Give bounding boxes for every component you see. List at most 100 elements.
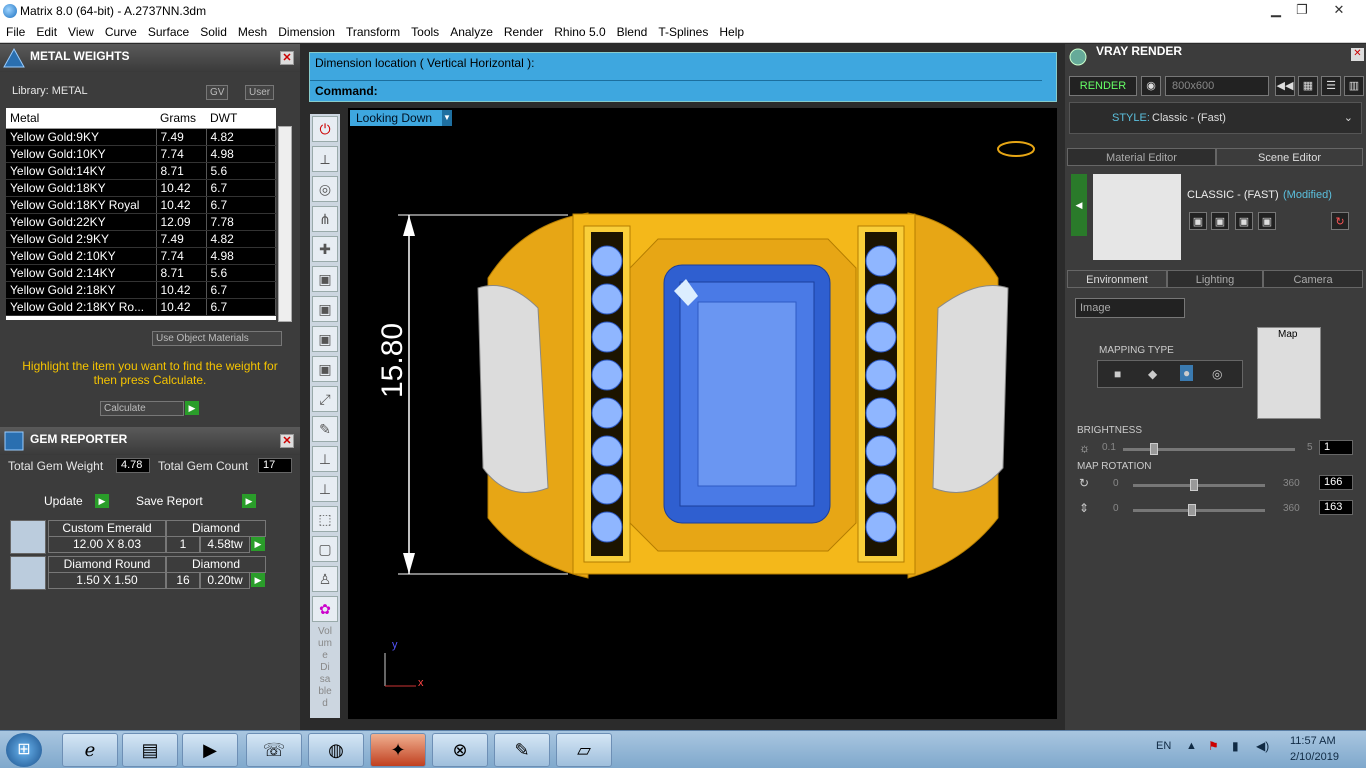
media-player-icon[interactable]: ▶ xyxy=(182,733,238,767)
viewport-label[interactable]: Looking Down ▼ xyxy=(350,110,452,126)
pen-icon[interactable]: ✎ xyxy=(312,416,338,442)
update-arrow-icon[interactable]: ▶ xyxy=(95,494,109,508)
mapping-spherical-icon[interactable]: ◎ xyxy=(1212,367,1222,381)
tab-material-editor[interactable]: Material Editor xyxy=(1067,148,1216,166)
menu-curve[interactable]: Curve xyxy=(105,25,137,39)
menu-surface[interactable]: Surface xyxy=(148,25,189,39)
cube-front-icon[interactable]: ▣ xyxy=(312,296,338,322)
brightness-value[interactable]: 1 xyxy=(1319,440,1353,455)
gear-icon[interactable]: ✿ xyxy=(312,596,338,622)
resolution-select[interactable]: 800x600 xyxy=(1165,76,1269,96)
style-dropdown-icon[interactable]: ⌄ xyxy=(1344,111,1353,124)
render-button[interactable]: RENDER xyxy=(1069,76,1137,96)
explorer-icon[interactable]: ▤ xyxy=(122,733,178,767)
nodes-icon[interactable]: ⋔ xyxy=(312,206,338,232)
command-prompt[interactable]: Command: xyxy=(315,84,378,98)
maximize-button[interactable]: ❐ xyxy=(1288,0,1316,20)
metal-row[interactable]: Yellow Gold:18KY 10.42 6.7 xyxy=(6,179,276,197)
metal-row[interactable]: Yellow Gold:10KY 7.74 4.98 xyxy=(6,145,276,163)
language-indicator[interactable]: EN xyxy=(1156,740,1171,752)
walk-icon[interactable]: ♙ xyxy=(312,566,338,592)
metal-row[interactable]: Yellow Gold:14KY 8.71 5.6 xyxy=(6,162,276,180)
metal-row[interactable]: Yellow Gold:18KY Royal 10.42 6.7 xyxy=(6,196,276,214)
metal-row[interactable]: Yellow Gold 2:9KY 7.49 4.82 xyxy=(6,230,276,248)
brightness-slider[interactable] xyxy=(1123,443,1295,455)
calculate-arrow-icon[interactable]: ▶ xyxy=(185,401,199,415)
metal-column-header[interactable]: Metal xyxy=(6,108,156,129)
menu-rhino[interactable]: Rhino 5.0 xyxy=(554,25,605,39)
menu-mesh[interactable]: Mesh xyxy=(238,25,267,39)
frame-buffer-icon[interactable]: ▦ xyxy=(1298,76,1318,96)
menu-edit[interactable]: Edit xyxy=(36,25,57,39)
metal-table-scrollbar[interactable] xyxy=(278,126,292,322)
matrix-app-icon[interactable]: ✦ xyxy=(370,733,426,767)
rotation-1-slider[interactable] xyxy=(1133,479,1265,491)
menu-file[interactable]: File xyxy=(6,25,25,39)
tab-scene-editor[interactable]: Scene Editor xyxy=(1216,148,1363,166)
metal-row[interactable]: Yellow Gold:9KY 7.49 4.82 xyxy=(6,128,276,146)
menu-dimension[interactable]: Dimension xyxy=(278,25,335,39)
minimize-button[interactable]: ▁ xyxy=(1262,0,1290,20)
list-icon[interactable]: ☰ xyxy=(1321,76,1341,96)
vray-app-icon[interactable]: ⊗ xyxy=(432,733,488,767)
vray-close-icon[interactable]: ✕ xyxy=(1351,48,1364,61)
tab-lighting[interactable]: Lighting xyxy=(1167,270,1263,288)
zoom-extents-icon[interactable]: ⤢ xyxy=(312,386,338,412)
render-settings-icon[interactable]: ◉ xyxy=(1141,76,1161,96)
map-preview[interactable]: Map xyxy=(1257,327,1321,419)
rotation-2-slider[interactable] xyxy=(1133,504,1265,516)
ie-icon[interactable]: ℯ xyxy=(62,733,118,767)
scene-export-icon[interactable]: ▣ xyxy=(1258,212,1276,230)
rotation-1-knob[interactable] xyxy=(1189,479,1198,491)
viewport-top[interactable]: y x 15.80 xyxy=(348,108,1057,719)
dwt-column-header[interactable]: DWT xyxy=(206,108,276,129)
viewport-dropdown-icon[interactable]: ▼ xyxy=(442,110,452,126)
menu-tools[interactable]: Tools xyxy=(411,25,439,39)
action-center-icon[interactable]: ⚑ xyxy=(1208,739,1219,753)
use-object-materials-button[interactable]: Use Object Materials xyxy=(152,331,282,346)
tripod-icon[interactable]: ⟂ xyxy=(312,146,338,172)
viber-icon[interactable]: ☏ xyxy=(246,733,302,767)
user-toggle[interactable]: User xyxy=(245,85,275,100)
metal-row[interactable]: Yellow Gold 2:10KY 7.74 4.98 xyxy=(6,247,276,265)
network-icon[interactable]: ▮ xyxy=(1232,739,1239,753)
brightness-knob[interactable] xyxy=(1149,443,1158,455)
clock-date[interactable]: 2/10/2019 xyxy=(1290,751,1339,763)
metal-row[interactable]: Yellow Gold 2:18KY Ro... 10.42 6.7 xyxy=(6,298,276,316)
style-selector[interactable]: STYLE: Classic - (Fast) ⌄ xyxy=(1069,102,1362,134)
cube-edit-icon[interactable]: ⬚ xyxy=(312,506,338,532)
menu-transform[interactable]: Transform xyxy=(346,25,400,39)
rotation-2-knob[interactable] xyxy=(1188,504,1197,516)
mapping-plane-icon[interactable]: ■ xyxy=(1114,367,1121,381)
gem-1-arrow-icon[interactable]: ▶ xyxy=(251,537,265,551)
axes-icon[interactable]: ✚ xyxy=(312,236,338,262)
menu-analyze[interactable]: Analyze xyxy=(450,25,493,39)
mapping-box-icon[interactable]: ◆ xyxy=(1148,367,1157,381)
notes-icon[interactable]: ▱ xyxy=(556,733,612,767)
gv-toggle[interactable]: GV xyxy=(206,85,229,100)
globe-icon[interactable]: ◎ xyxy=(312,176,338,202)
gem-2-arrow-icon[interactable]: ▶ xyxy=(251,573,265,587)
calculate-button[interactable]: Calculate xyxy=(100,401,184,416)
gumball-off-icon[interactable]: ⊥ xyxy=(312,446,338,472)
menu-view[interactable]: View xyxy=(68,25,94,39)
metal-row[interactable]: Yellow Gold 2:14KY 8.71 5.6 xyxy=(6,264,276,282)
tray-expand-icon[interactable]: ▲ xyxy=(1186,740,1197,752)
metal-row[interactable]: Yellow Gold:22KY 12.09 7.78 xyxy=(6,213,276,231)
tab-camera[interactable]: Camera xyxy=(1263,270,1363,288)
volume-icon[interactable]: ◀) xyxy=(1256,739,1269,753)
cube-iso-icon[interactable]: ▣ xyxy=(312,356,338,382)
frame-icon[interactable]: ▢ xyxy=(312,536,338,562)
power-icon[interactable]: ⏻ xyxy=(312,116,338,142)
cube-side-icon[interactable]: ▣ xyxy=(312,326,338,352)
scene-import-icon[interactable]: ▣ xyxy=(1235,212,1253,230)
scene-save-icon[interactable]: ▣ xyxy=(1189,212,1207,230)
scene-reset-icon[interactable]: ↻ xyxy=(1331,212,1349,230)
metal-row[interactable]: Yellow Gold 2:18KY 10.42 6.7 xyxy=(6,281,276,299)
image-select[interactable]: Image xyxy=(1075,298,1185,318)
menu-tsplines[interactable]: T-Splines xyxy=(658,25,708,39)
metal-weights-close-icon[interactable]: ✕ xyxy=(280,51,294,65)
gem-reporter-close-icon[interactable]: ✕ xyxy=(280,434,294,448)
save-report-button[interactable]: Save Report xyxy=(136,494,203,508)
rewind-icon[interactable]: ◀◀ xyxy=(1275,76,1295,96)
